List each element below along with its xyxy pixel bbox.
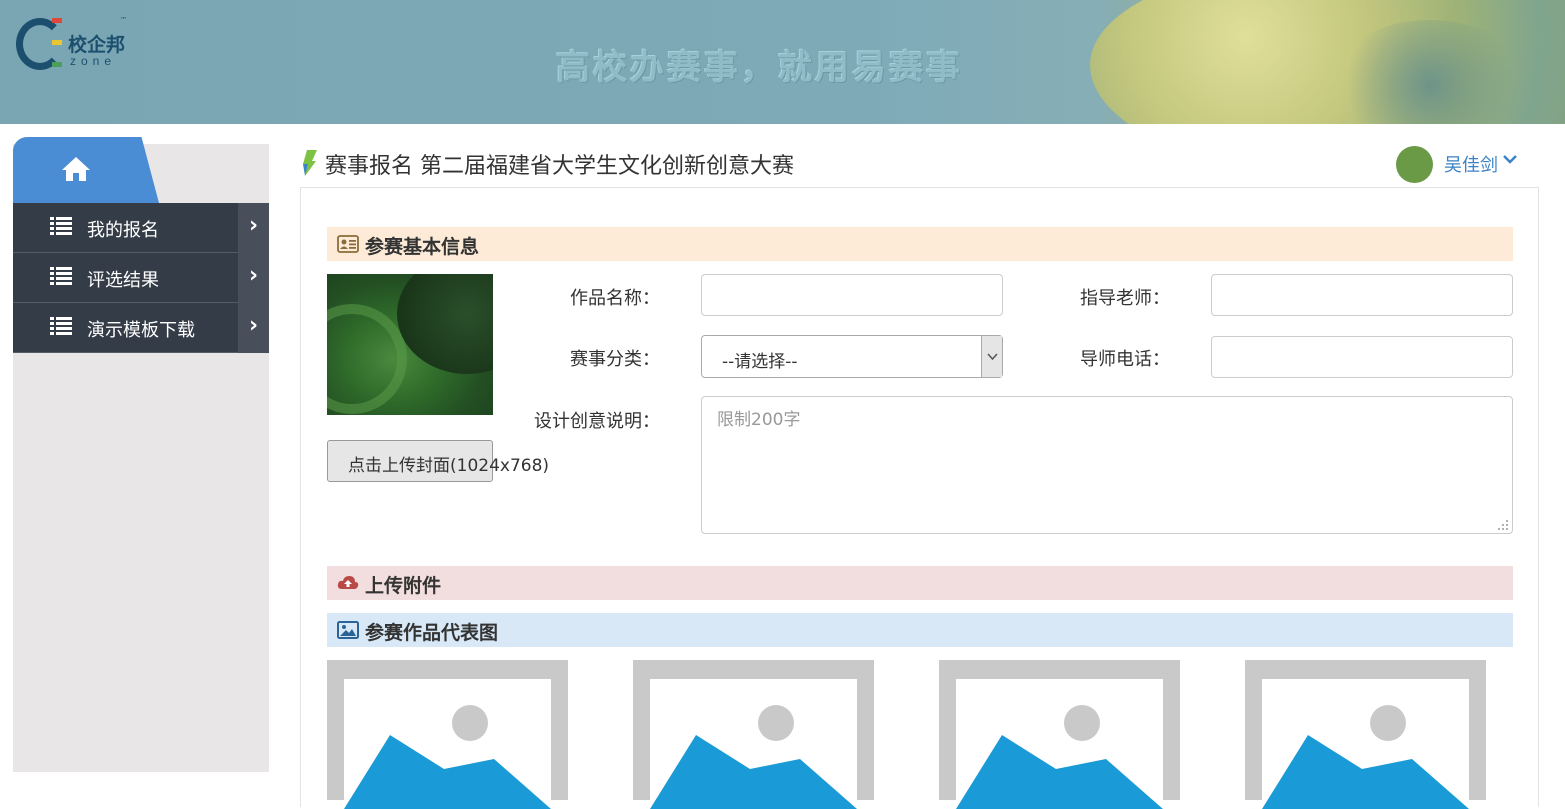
logo-bar-yellow	[52, 40, 62, 45]
category-label: 赛事分类：	[570, 349, 660, 370]
sidebar-item-label: 演示模板下载	[87, 320, 195, 341]
sidebar-item-results[interactable]: 评选结果 ›	[13, 253, 269, 303]
representative-image-slot[interactable]	[633, 660, 874, 809]
resize-grip-icon[interactable]	[1497, 519, 1509, 531]
teacher-label: 指导老师：	[1080, 288, 1170, 309]
section-representative-images: 参赛作品代表图	[327, 613, 1513, 647]
select-dropdown-button[interactable]	[981, 336, 1002, 377]
logo[interactable]: 校企邦 zone ™	[16, 16, 128, 74]
category-select[interactable]: --请选择--	[701, 335, 1003, 378]
logo-bar-red	[52, 18, 62, 23]
chevron-right-icon: ›	[238, 303, 269, 353]
section-title: 上传附件	[365, 575, 442, 597]
image-icon	[337, 621, 359, 639]
sidebar-item-template-download[interactable]: 演示模板下载 ›	[13, 303, 269, 353]
cover-image	[327, 274, 493, 415]
list-icon	[50, 317, 72, 335]
upload-cover-button[interactable]: 点击上传封面(1024x768)	[327, 440, 549, 482]
avatar[interactable]	[1396, 146, 1433, 183]
representative-image-slot[interactable]	[327, 660, 568, 809]
chevron-right-icon: ›	[238, 203, 269, 253]
image-placeholder-icon	[1262, 705, 1469, 809]
logo-trademark: ™	[120, 16, 127, 24]
chevron-down-icon	[987, 353, 998, 361]
description-textarea[interactable]	[701, 396, 1513, 534]
category-selected-value: --请选择--	[722, 352, 798, 372]
description-label: 设计创意说明：	[534, 411, 660, 432]
logo-bar-green	[52, 62, 62, 67]
teacher-input[interactable]	[1211, 274, 1513, 316]
cloud-upload-icon	[337, 576, 359, 589]
section-title: 参赛基本信息	[365, 236, 480, 258]
home-tab[interactable]	[13, 137, 159, 203]
image-placeholder-icon	[344, 705, 551, 809]
representative-image-slot[interactable]	[1245, 660, 1486, 809]
header-banner: 校企邦 zone ™ 高校办赛事，就用易赛事	[0, 0, 1565, 124]
upload-cover-label: 点击上传封面(1024x768)	[348, 456, 550, 476]
section-title: 参赛作品代表图	[365, 622, 499, 644]
chevron-down-icon[interactable]	[1503, 152, 1517, 166]
section-basic-info: 参赛基本信息	[327, 227, 1513, 261]
sidebar-item-my-registration[interactable]: 我的报名 ›	[13, 203, 269, 253]
teacher-phone-label: 导师电话：	[1080, 349, 1170, 370]
home-icon	[62, 157, 90, 181]
logo-text: 校企邦	[68, 34, 126, 56]
list-icon	[50, 217, 72, 235]
list-icon	[50, 267, 72, 285]
image-placeholder-icon	[956, 705, 1163, 809]
work-name-input[interactable]	[701, 274, 1003, 316]
id-card-icon	[337, 235, 359, 253]
user-menu[interactable]: 吴佳剑	[1444, 151, 1498, 177]
representative-image-slot[interactable]	[939, 660, 1180, 809]
banner-slogan: 高校办赛事，就用易赛事	[556, 48, 963, 88]
sidebar-item-label: 我的报名	[87, 220, 159, 241]
section-upload-attachments: 上传附件	[327, 566, 1513, 600]
chevron-right-icon: ›	[238, 253, 269, 303]
bolt-icon	[303, 150, 317, 176]
logo-subtext: zone	[70, 54, 117, 68]
page-title: 赛事报名 第二届福建省大学生文化创新创意大赛	[325, 154, 794, 179]
sidebar-menu: 我的报名 › 评选结果 › 演示模板下载 ›	[13, 203, 269, 353]
work-name-label: 作品名称：	[570, 288, 660, 309]
sidebar: 我的报名 › 评选结果 › 演示模板下载 ›	[13, 137, 269, 772]
teacher-phone-input[interactable]	[1211, 336, 1513, 378]
image-placeholder-icon	[650, 705, 857, 809]
sidebar-item-label: 评选结果	[87, 270, 159, 291]
